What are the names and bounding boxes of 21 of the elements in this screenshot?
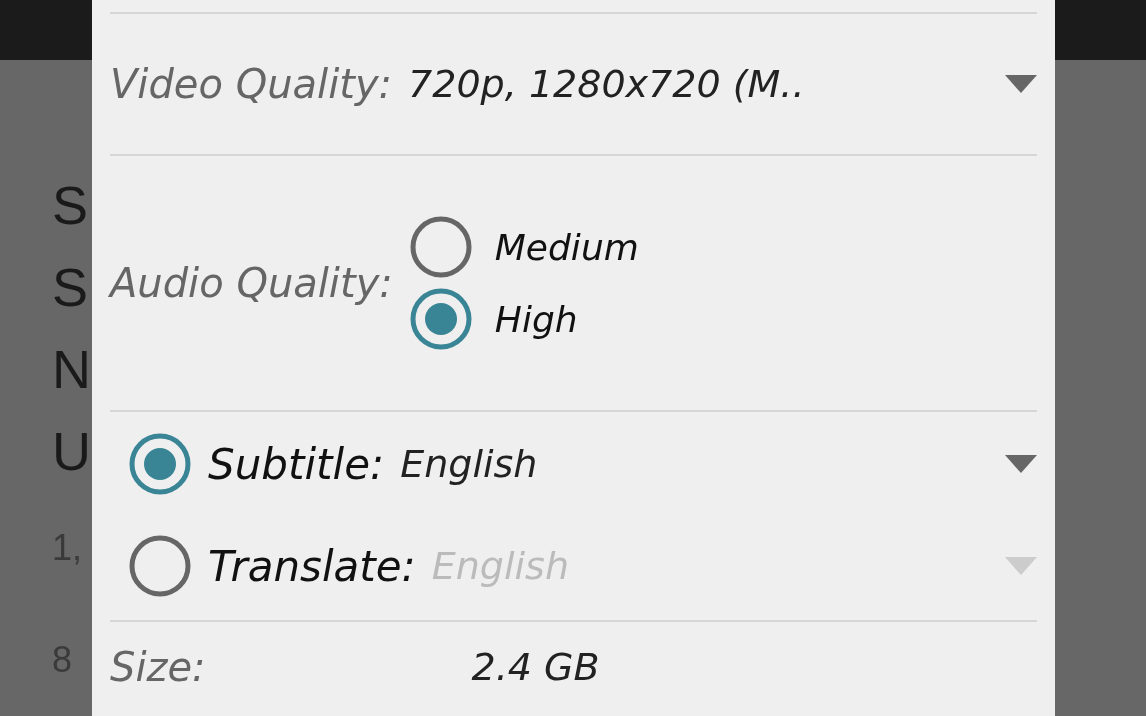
radio-button[interactable] bbox=[408, 287, 473, 351]
radio-button[interactable] bbox=[128, 432, 192, 496]
radio-label[interactable]: Subtitle: bbox=[208, 439, 385, 489]
list-text: S bbox=[52, 174, 89, 237]
field-label: Audio Quality: bbox=[110, 260, 393, 306]
field-label: Video Quality: bbox=[110, 61, 393, 107]
list-text: S bbox=[52, 256, 89, 319]
list-text: U bbox=[52, 420, 91, 483]
dropdown-caret-icon bbox=[1005, 557, 1037, 575]
radio-button[interactable] bbox=[408, 215, 473, 279]
language-dropdown[interactable]: English bbox=[400, 442, 989, 486]
radio-label[interactable]: Medium bbox=[494, 226, 639, 268]
field-label: Size: bbox=[110, 644, 206, 690]
list-text: N bbox=[52, 338, 91, 401]
radio-label[interactable]: Translate: bbox=[208, 541, 416, 591]
radio-label[interactable]: High bbox=[494, 298, 578, 340]
radio-button[interactable] bbox=[128, 534, 192, 598]
size-value: 2.4 GB bbox=[471, 645, 600, 689]
dropdown-caret-icon bbox=[1005, 75, 1037, 93]
dropdown-caret-icon bbox=[1005, 455, 1037, 473]
video-quality-dropdown[interactable]: 720p, 1280x720 (M.. bbox=[408, 62, 989, 106]
